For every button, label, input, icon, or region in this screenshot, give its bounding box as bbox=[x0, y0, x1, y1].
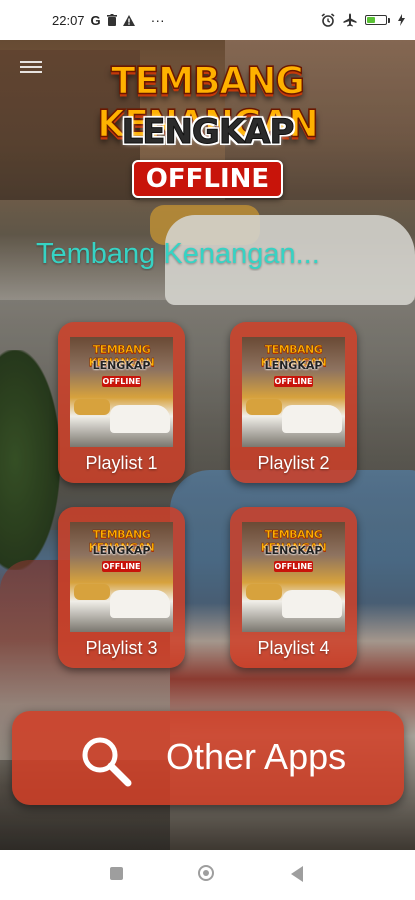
back-button[interactable] bbox=[291, 866, 303, 882]
status-left: 22:07 G ··· bbox=[52, 13, 165, 28]
thumb-subtitle: LENGKAP bbox=[264, 359, 323, 372]
playlist-label: Playlist 2 bbox=[257, 453, 330, 473]
thumb-subtitle: LENGKAP bbox=[92, 359, 151, 372]
status-bar: 22:07 G ··· bbox=[0, 0, 415, 40]
playlist-card-4[interactable]: TEMBANG KENANGAN LENGKAP OFFLINE Playlis… bbox=[230, 507, 357, 668]
playlist-thumbnail: TEMBANG KENANGAN LENGKAP OFFLINE bbox=[242, 337, 345, 447]
more-icon: ··· bbox=[150, 12, 165, 28]
playlist-label: Playlist 4 bbox=[257, 638, 330, 658]
thumb-badge: OFFLINE bbox=[102, 561, 141, 572]
playlist-card-1[interactable]: TEMBANG KENANGAN LENGKAP OFFLINE Playlis… bbox=[58, 322, 185, 483]
offline-badge: OFFLINE bbox=[131, 160, 284, 198]
trash-icon bbox=[106, 14, 117, 26]
thumb-subtitle: LENGKAP bbox=[264, 544, 323, 557]
playlist-thumbnail: TEMBANG KENANGAN LENGKAP OFFLINE bbox=[70, 337, 173, 447]
thumb-car bbox=[74, 399, 110, 415]
warning-icon bbox=[122, 14, 135, 26]
thumb-car bbox=[110, 405, 170, 433]
system-nav-bar bbox=[0, 850, 415, 900]
thumb-car bbox=[74, 584, 110, 600]
battery-icon bbox=[365, 15, 390, 25]
airplane-icon bbox=[343, 13, 357, 27]
logo-badge-wrap: OFFLINE bbox=[0, 160, 415, 198]
recents-button[interactable] bbox=[110, 867, 123, 880]
playlist-card-3[interactable]: TEMBANG KENANGAN LENGKAP OFFLINE Playlis… bbox=[58, 507, 185, 668]
thumb-car bbox=[246, 584, 282, 600]
other-apps-button[interactable]: Other Apps bbox=[12, 711, 404, 805]
playlist-thumbnail: TEMBANG KENANGAN LENGKAP OFFLINE bbox=[242, 522, 345, 632]
status-time: 22:07 bbox=[52, 12, 85, 28]
other-apps-label: Other Apps bbox=[166, 736, 347, 777]
thumb-subtitle: LENGKAP bbox=[92, 544, 151, 557]
playlist-card-2[interactable]: TEMBANG KENANGAN LENGKAP OFFLINE Playlis… bbox=[230, 322, 357, 483]
search-icon bbox=[76, 731, 136, 791]
thumb-car bbox=[110, 590, 170, 618]
charging-icon bbox=[398, 14, 405, 26]
thumb-car bbox=[246, 399, 282, 415]
app-background: TEMBANG KENANGAN LENGKAP OFFLINE Tembang… bbox=[0, 40, 415, 850]
playlist-thumbnail: TEMBANG KENANGAN LENGKAP OFFLINE bbox=[70, 522, 173, 632]
thumb-car bbox=[282, 405, 342, 433]
thumb-badge: OFFLINE bbox=[102, 376, 141, 387]
thumb-badge: OFFLINE bbox=[274, 376, 313, 387]
status-right bbox=[321, 13, 405, 27]
home-button[interactable] bbox=[198, 865, 214, 881]
playlist-label: Playlist 1 bbox=[85, 453, 158, 473]
thumb-badge: OFFLINE bbox=[274, 561, 313, 572]
thumb-car bbox=[282, 590, 342, 618]
g-icon: G bbox=[90, 12, 101, 28]
marquee-text: Tembang Kenangan... bbox=[36, 238, 320, 270]
logo-subtitle: LENGKAP bbox=[121, 112, 295, 153]
alarm-icon bbox=[321, 13, 335, 27]
playlist-label: Playlist 3 bbox=[85, 638, 158, 658]
